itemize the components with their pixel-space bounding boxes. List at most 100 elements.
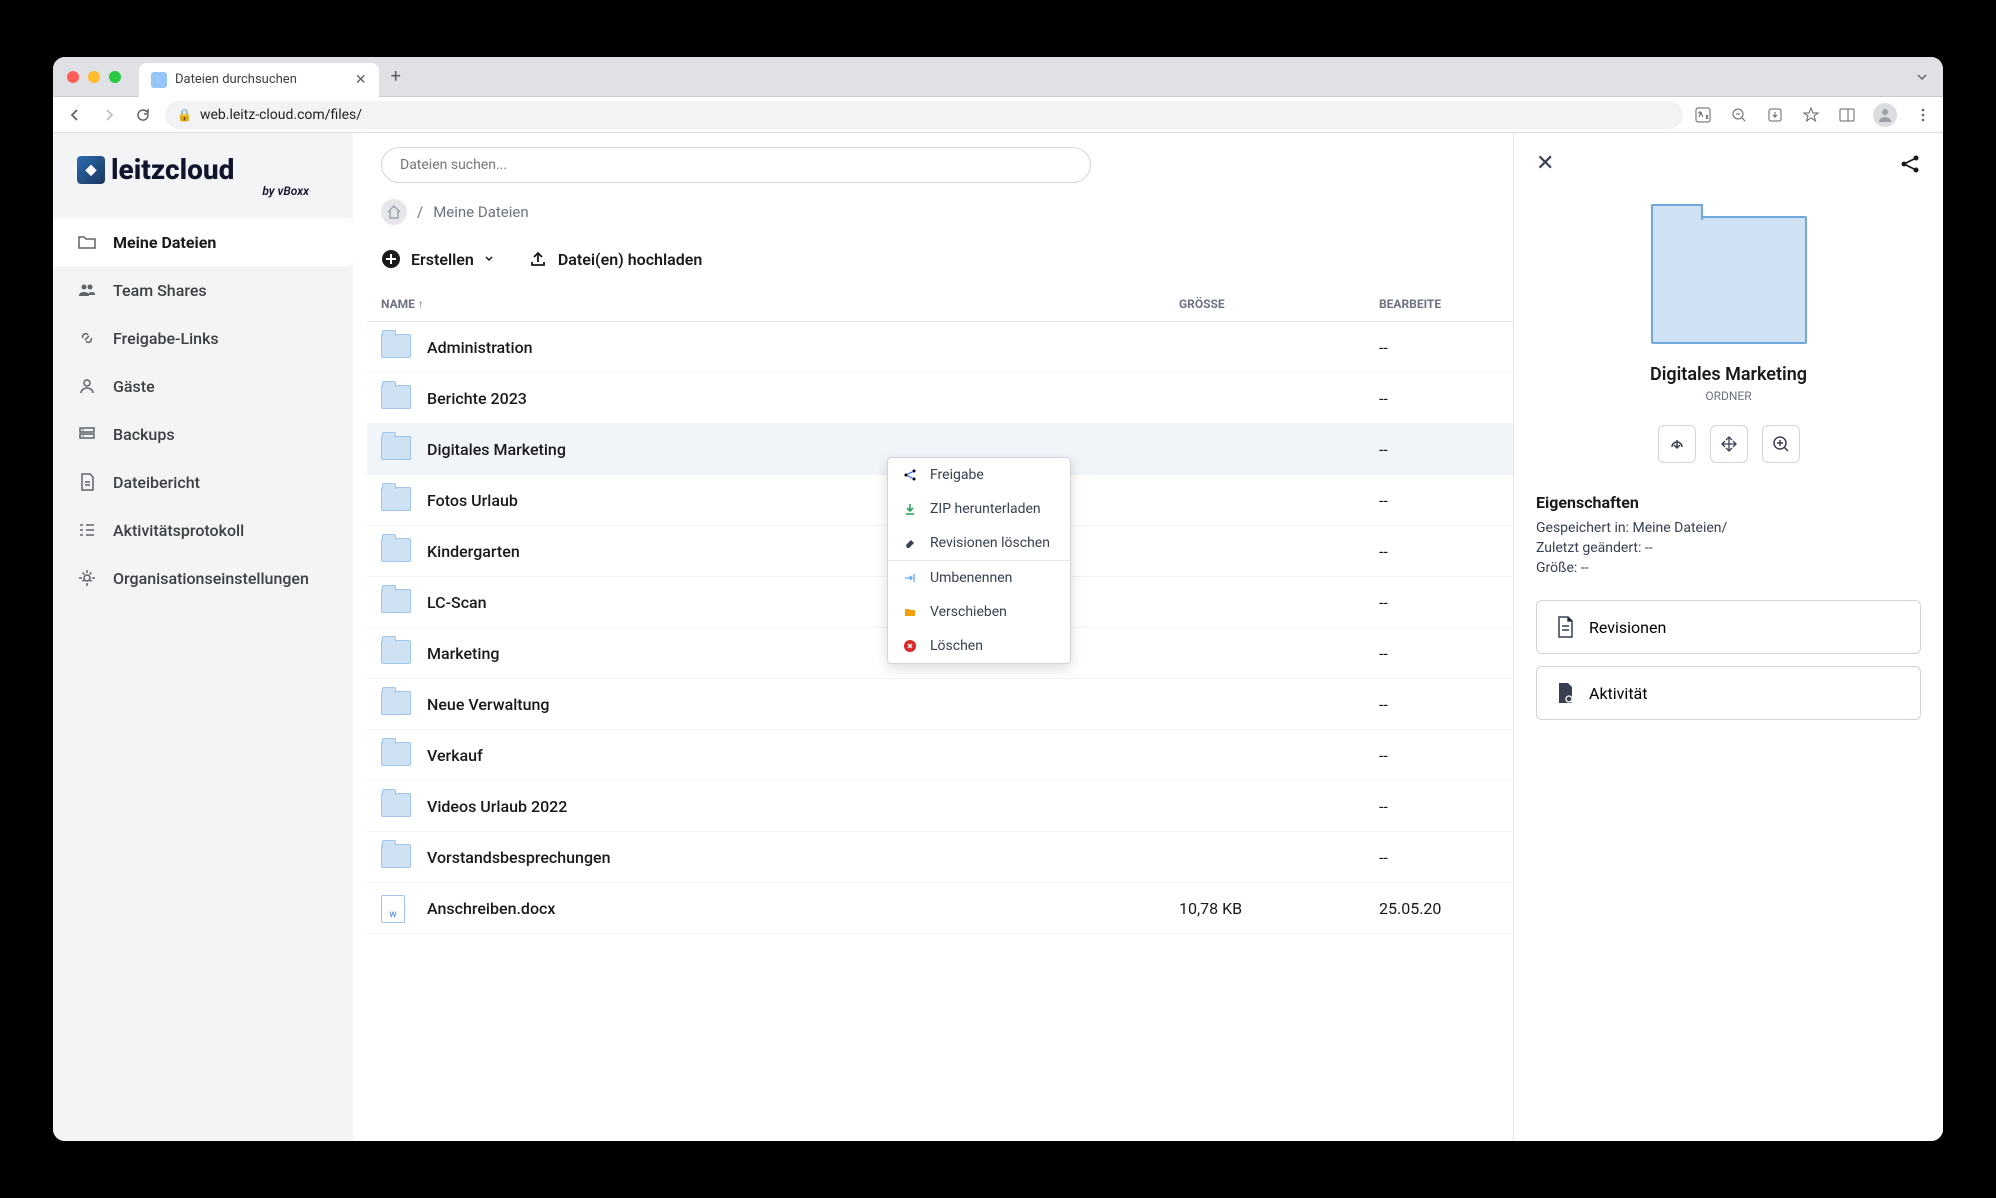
prop-stored: Gespeichert in: Meine Dateien/	[1536, 520, 1921, 536]
chevron-down-icon[interactable]	[1915, 70, 1929, 84]
sidepanel-icon[interactable]	[1837, 105, 1857, 125]
browser-titlebar: Dateien durchsuchen ✕ +	[53, 57, 1943, 97]
upload-icon	[528, 249, 548, 269]
table-row[interactable]: Vorstandsbesprechungen--	[367, 832, 1513, 883]
row-name: Videos Urlaub 2022	[427, 797, 1179, 816]
toolbar: Erstellen Datei(en) hochladen	[367, 241, 1513, 287]
minimize-window[interactable]	[88, 71, 100, 83]
row-modified: --	[1379, 593, 1499, 612]
sidebar-item[interactable]: Dateibericht	[53, 458, 353, 506]
col-header-size[interactable]: GRÖSSE	[1179, 287, 1379, 321]
logo-subtitle: by vBoxx	[77, 184, 309, 198]
main-content: / Meine Dateien Erstellen Datei(en) hoch…	[353, 133, 1513, 1141]
titlebar-right	[1915, 70, 1929, 84]
tab-title: Dateien durchsuchen	[175, 72, 297, 87]
browser-tabs: Dateien durchsuchen ✕ +	[139, 57, 401, 96]
home-icon[interactable]	[381, 199, 407, 225]
row-modified: --	[1379, 797, 1499, 816]
folder-icon	[381, 742, 411, 766]
close-window[interactable]	[67, 71, 79, 83]
table-row[interactable]: Administration--	[367, 322, 1513, 373]
forward-button[interactable]	[97, 103, 121, 127]
eraser-icon	[902, 535, 918, 551]
row-name: Administration	[427, 338, 1179, 357]
bookmark-icon[interactable]	[1801, 105, 1821, 125]
table-row[interactable]: Videos Urlaub 2022 --	[367, 781, 1513, 832]
context-menu-item[interactable]: Verschieben	[888, 595, 1070, 629]
table-row[interactable]: Berichte 2023--	[367, 373, 1513, 424]
breadcrumb-current[interactable]: Meine Dateien	[433, 203, 528, 221]
new-tab-button[interactable]: +	[391, 66, 401, 87]
chevron-down-icon	[484, 254, 494, 264]
sidebar-item[interactable]: Aktivitätsprotokoll	[53, 506, 353, 554]
backup-icon	[77, 424, 97, 444]
context-menu-item[interactable]: ZIP herunterladen	[888, 492, 1070, 526]
row-modified: --	[1379, 542, 1499, 561]
maximize-window[interactable]	[109, 71, 121, 83]
sidebar-item-label: Dateibericht	[113, 473, 200, 492]
context-menu-item[interactable]: Revisionen löschen	[888, 526, 1070, 560]
browser-tab[interactable]: Dateien durchsuchen ✕	[139, 63, 379, 97]
document-icon: w	[381, 895, 405, 923]
sidebar-item-label: Organisationseinstellungen	[113, 569, 309, 588]
context-menu-item[interactable]: Umbenennen	[888, 561, 1070, 595]
sidebar-item-label: Gäste	[113, 377, 155, 396]
close-panel-button[interactable]: ✕	[1536, 151, 1554, 176]
detail-panel: ✕ Digitales Marketing ORDNER Eigenschaft…	[1513, 133, 1943, 1141]
create-button[interactable]: Erstellen	[381, 249, 494, 269]
translate-icon[interactable]	[1693, 105, 1713, 125]
context-menu-item[interactable]: Freigabe	[888, 458, 1070, 492]
logo-text: leitzcloud	[111, 153, 234, 186]
reload-button[interactable]	[131, 103, 155, 127]
row-name: Digitales Marketing	[427, 440, 1179, 459]
sidebar-item[interactable]: Backups	[53, 410, 353, 458]
download-action[interactable]	[1658, 425, 1696, 463]
profile-avatar[interactable]	[1873, 103, 1897, 127]
menu-icon[interactable]	[1913, 105, 1933, 125]
move-action[interactable]	[1710, 425, 1748, 463]
table-row[interactable]: wAnschreiben.docx10,78 KB25.05.20	[367, 883, 1513, 934]
browser-window: Dateien durchsuchen ✕ + 🔒 web.leitz-clou…	[53, 57, 1943, 1141]
sidebar-item[interactable]: Meine Dateien	[53, 218, 353, 266]
col-header-name[interactable]: NAME ↑	[381, 287, 1179, 321]
context-menu-item[interactable]: Löschen	[888, 629, 1070, 663]
delete-icon	[902, 638, 918, 654]
install-icon[interactable]	[1765, 105, 1785, 125]
plus-circle-icon	[381, 249, 401, 269]
rename-icon	[902, 570, 918, 586]
context-menu: FreigabeZIP herunterladenRevisionen lösc…	[887, 457, 1071, 664]
sidebar-item[interactable]: Team Shares	[53, 266, 353, 314]
tab-close-icon[interactable]: ✕	[355, 72, 367, 88]
document-icon	[1555, 615, 1575, 639]
revisions-button[interactable]: Revisionen	[1536, 600, 1921, 654]
folder-icon	[381, 385, 411, 409]
sidebar-item[interactable]: Freigabe-Links	[53, 314, 353, 362]
row-name: Neue Verwaltung	[427, 695, 1179, 714]
url-text: web.leitz-cloud.com/files/	[200, 107, 362, 123]
search-input[interactable]	[381, 147, 1091, 183]
folder-icon	[381, 793, 411, 817]
activity-button[interactable]: Aktivität	[1536, 666, 1921, 720]
col-header-modified[interactable]: BEARBEITE	[1379, 287, 1499, 321]
properties-title: Eigenschaften	[1536, 493, 1921, 512]
upload-button[interactable]: Datei(en) hochladen	[528, 249, 702, 269]
sidebar-item-label: Team Shares	[113, 281, 207, 300]
table-row[interactable]: Verkauf--	[367, 730, 1513, 781]
zoom-icon[interactable]	[1729, 105, 1749, 125]
folder-icon	[381, 538, 411, 562]
table-row[interactable]: Neue Verwaltung--	[367, 679, 1513, 730]
url-input[interactable]: 🔒 web.leitz-cloud.com/files/	[165, 101, 1683, 129]
sidebar-item[interactable]: Organisationseinstellungen	[53, 554, 353, 602]
link-icon	[77, 328, 97, 348]
report-icon	[77, 472, 97, 492]
row-modified: --	[1379, 644, 1499, 663]
row-modified: --	[1379, 491, 1499, 510]
logo-mark-icon: ◆	[77, 156, 105, 184]
row-size: 10,78 KB	[1179, 899, 1379, 918]
row-modified: --	[1379, 746, 1499, 765]
back-button[interactable]	[63, 103, 87, 127]
sidebar-item[interactable]: Gäste	[53, 362, 353, 410]
zoom-action[interactable]	[1762, 425, 1800, 463]
share-icon[interactable]	[1899, 153, 1921, 175]
document-search-icon	[1555, 681, 1575, 705]
